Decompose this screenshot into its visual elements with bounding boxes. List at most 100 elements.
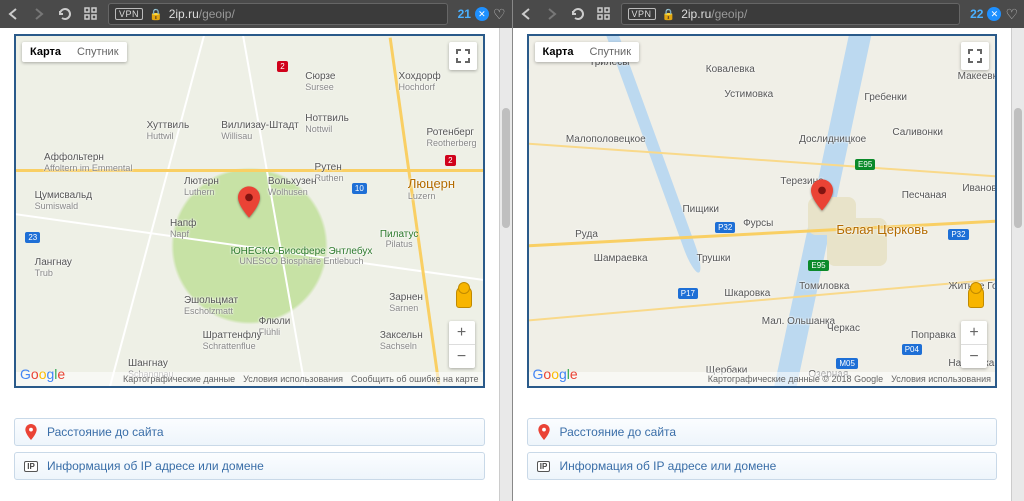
heart-icon[interactable]: ♡ xyxy=(493,6,506,23)
widget-ipinfo-label: Информация об IP адресе или домене xyxy=(47,459,264,473)
zoom-out-button[interactable]: − xyxy=(961,345,987,368)
road-badge: M05 xyxy=(836,358,858,369)
map-place-label: ЛюцернLuzern xyxy=(408,176,455,201)
map-pin-icon xyxy=(811,179,833,211)
scrollbar[interactable] xyxy=(1011,28,1024,501)
scrollbar-thumb[interactable] xyxy=(1014,108,1022,228)
widget-ipinfo[interactable]: IP Информация об IP адресе или домене xyxy=(527,452,998,480)
adblock-icon[interactable]: ✕ xyxy=(475,7,489,21)
map-place-label: РотенбергReotherberg xyxy=(427,127,477,148)
road-badge: E95 xyxy=(855,159,875,170)
map-place-label: РутенRuthen xyxy=(315,162,344,183)
address-bar[interactable]: VPN 🔒 2ip.ru/geoip/ xyxy=(108,3,448,25)
scrollbar-thumb[interactable] xyxy=(502,108,510,228)
zoom-in-button[interactable]: + xyxy=(449,321,475,345)
map-type-map[interactable]: Карта xyxy=(22,42,69,62)
ip-badge-icon: IP xyxy=(536,458,552,474)
map-place-label: Малополовецкое xyxy=(566,134,646,145)
widget-distance[interactable]: Расстояние до сайта xyxy=(527,418,998,446)
distance-pin-icon xyxy=(536,424,552,440)
widget-ipinfo-label: Информация об IP адресе или домене xyxy=(560,459,777,473)
road-badge: 23 xyxy=(25,232,40,243)
page-content: Карта Спутник + − Белая Церковь Ковалевка… xyxy=(513,28,1012,501)
map-attribution: Картографические данные Условия использо… xyxy=(16,372,483,386)
map-type-map[interactable]: Карта xyxy=(535,42,582,62)
road-badge: E95 xyxy=(808,260,828,271)
google-logo: Google xyxy=(20,366,65,382)
back-button[interactable] xyxy=(519,7,533,21)
blocked-count: 22 xyxy=(970,7,983,21)
pegman-icon[interactable] xyxy=(453,286,475,316)
speed-dial-button[interactable] xyxy=(84,7,98,21)
map-place-label: Шамраевка xyxy=(594,253,648,264)
speed-dial-button[interactable] xyxy=(597,7,611,21)
map-pin-icon xyxy=(238,186,260,218)
forward-button[interactable] xyxy=(545,7,559,21)
map-place-label: Поправка xyxy=(911,330,956,341)
forward-button[interactable] xyxy=(32,7,46,21)
toolbar-tray: 21 ✕ ♡ xyxy=(458,6,506,23)
map-container[interactable]: Карта Спутник + − СюрзеSurseeНоттвильNot… xyxy=(14,34,485,388)
google-logo: Google xyxy=(533,366,578,382)
scrollbar[interactable] xyxy=(499,28,512,501)
url-text: 2ip.ru/geoip/ xyxy=(169,7,235,21)
map-place-label: Руда xyxy=(575,229,598,240)
page-content: Карта Спутник + − СюрзеSurseeНоттвильNot… xyxy=(0,28,499,501)
fullscreen-button[interactable] xyxy=(961,42,989,70)
map-place-label: ЭшольцматEscholzmatt xyxy=(184,295,238,316)
back-button[interactable] xyxy=(6,7,20,21)
map-type-satellite[interactable]: Спутник xyxy=(69,42,126,62)
map-place-label: Мал. Ольшанка xyxy=(762,316,835,327)
map-place-label: НапфNapf xyxy=(170,218,196,239)
browser-toolbar: VPN 🔒 2ip.ru/geoip/ 21 ✕ ♡ xyxy=(0,0,512,28)
road-badge: P32 xyxy=(948,229,968,240)
reload-button[interactable] xyxy=(58,7,72,21)
map-place-label: Томиловка xyxy=(799,281,849,292)
address-bar[interactable]: VPN 🔒 2ip.ru/geoip/ xyxy=(621,3,961,25)
distance-pin-icon xyxy=(23,424,39,440)
pegman-icon[interactable] xyxy=(965,286,987,316)
fullscreen-button[interactable] xyxy=(449,42,477,70)
road-badge: 2 xyxy=(445,155,455,166)
reload-button[interactable] xyxy=(571,7,585,21)
browser-pane-left: VPN 🔒 2ip.ru/geoip/ 21 ✕ ♡ Карта xyxy=(0,0,513,501)
map-place-label: ЗарненSarnen xyxy=(389,292,423,313)
map-type-switch[interactable]: Карта Спутник xyxy=(22,42,127,62)
map-place-label: Ковалевка xyxy=(706,64,755,75)
map-place-label: Трушки xyxy=(696,253,730,264)
map-place-label: ЦумисвальдSumiswald xyxy=(35,190,92,211)
map-place-label: Фурсы xyxy=(743,218,773,229)
map-container[interactable]: Карта Спутник + − Белая Церковь Ковалевка… xyxy=(527,34,998,388)
widget-distance-label: Расстояние до сайта xyxy=(560,425,677,439)
road-badge: P04 xyxy=(902,344,922,355)
map-place-label: Белая Церковь xyxy=(836,222,928,237)
map-place-label: ПилатусPilatus xyxy=(380,229,419,250)
map-place-label: ВольхузенWolhusen xyxy=(268,176,317,197)
lock-icon: 🔒 xyxy=(662,8,676,21)
map-place-label: Ивановка xyxy=(962,183,997,194)
map-place-label: Черкас xyxy=(827,323,860,334)
map-place-label: ЮНЕСКО Биосфере ЭнтлебухUNESCO Biosphäre… xyxy=(231,246,373,267)
vpn-badge[interactable]: VPN xyxy=(115,8,143,20)
zoom-in-button[interactable]: + xyxy=(961,321,987,345)
map-type-switch[interactable]: Карта Спутник xyxy=(535,42,640,62)
browser-pane-right: VPN 🔒 2ip.ru/geoip/ 22 ✕ ♡ xyxy=(513,0,1024,501)
map-place-label: Шкаровка xyxy=(724,288,770,299)
widget-distance[interactable]: Расстояние до сайта xyxy=(14,418,485,446)
road-badge: P32 xyxy=(715,222,735,233)
map-place-label: Гребенки xyxy=(864,92,907,103)
widget-ipinfo[interactable]: IP Информация об IP адресе или домене xyxy=(14,452,485,480)
map-place-label: ЗаксельнSachseln xyxy=(380,330,423,351)
map-type-satellite[interactable]: Спутник xyxy=(582,42,639,62)
map-place-label: Макеевка xyxy=(958,71,997,82)
zoom-out-button[interactable]: − xyxy=(449,345,475,368)
map-place-label: ШраттенфлуSchrattenflue xyxy=(203,330,262,351)
adblock-icon[interactable]: ✕ xyxy=(987,7,1001,21)
heart-icon[interactable]: ♡ xyxy=(1005,6,1018,23)
zoom-controls: + − xyxy=(449,321,475,368)
map-place-label: ЛютернLuthern xyxy=(184,176,219,197)
map-attribution: Картографические данные © 2018 Google Ус… xyxy=(529,372,996,386)
zoom-controls: + − xyxy=(961,321,987,368)
vpn-badge[interactable]: VPN xyxy=(628,8,656,20)
map-place-label: Саливонки xyxy=(892,127,943,138)
